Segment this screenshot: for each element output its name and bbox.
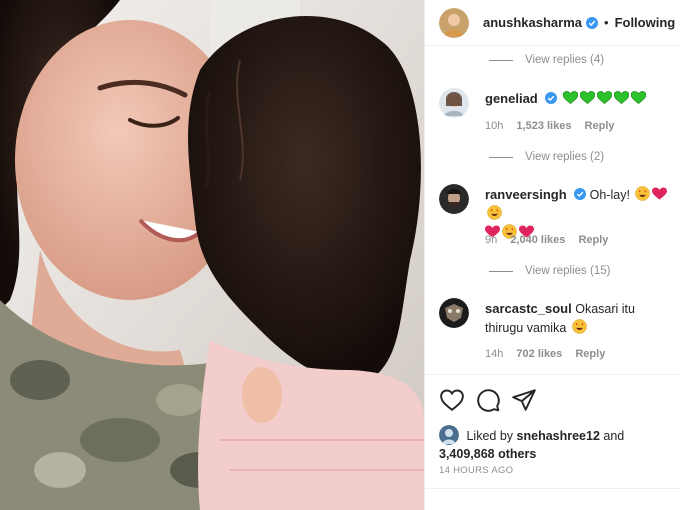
view-replies-link[interactable]: View replies (15) — [489, 265, 610, 277]
liked-by-others[interactable]: 3,409,868 others — [439, 447, 536, 461]
reply-button[interactable]: Reply — [575, 348, 605, 360]
verified-badge-icon — [586, 16, 598, 29]
comment-username[interactable]: ranveersingh — [485, 187, 567, 202]
author-username[interactable]: anushkasharma — [483, 15, 582, 30]
comment-text: Oh-lay! — [589, 188, 630, 202]
liked-by-prefix: Liked by — [466, 429, 514, 443]
divider — [425, 488, 680, 489]
avatar[interactable] — [439, 88, 469, 118]
comment-time: 14h — [485, 348, 504, 360]
liker-username[interactable]: snehashree12 — [517, 429, 600, 443]
view-replies-label: View replies (2) — [525, 151, 605, 163]
comment-geneliad: geneliad — [439, 88, 679, 118]
comment-likes[interactable]: 2,040 likes — [510, 234, 565, 246]
reply-line — [489, 270, 513, 272]
avatar[interactable] — [439, 298, 469, 328]
heart-icon[interactable] — [439, 387, 465, 413]
avatar[interactable] — [439, 7, 469, 38]
comment-time: 9h — [485, 234, 498, 246]
separator-dot: • — [604, 15, 609, 30]
comments-panel: anushkasharma • Following View replies (… — [424, 0, 680, 510]
star-struck-emoji — [572, 319, 587, 334]
comment-meta: 14h 702 likes Reply — [485, 348, 615, 360]
avatar[interactable] — [439, 184, 469, 214]
following-button[interactable]: Following — [615, 15, 676, 30]
comment-sarcastc-soul: sarcastc_soul Okasari itu thirugu vamika — [439, 298, 679, 338]
comment-username[interactable]: geneliad — [485, 91, 538, 106]
view-replies-link[interactable]: View replies (4) — [489, 54, 604, 66]
comment-username[interactable]: sarcastc_soul — [485, 301, 572, 316]
comment-meta: 9h 2,040 likes Reply — [485, 234, 618, 246]
instagram-post: anushkasharma • Following View replies (… — [0, 0, 680, 510]
view-replies-label: View replies (15) — [525, 265, 611, 277]
action-bar — [425, 374, 680, 424]
liker-avatar[interactable] — [439, 425, 459, 445]
reply-line — [489, 156, 513, 158]
reply-line — [489, 59, 513, 61]
view-replies-link[interactable]: View replies (2) — [489, 151, 604, 163]
post-timestamp[interactable]: 14 HOURS AGO — [439, 465, 513, 476]
verified-badge-icon — [545, 92, 558, 104]
green-hearts-emoji — [561, 91, 646, 106]
liked-by-and: and — [603, 429, 625, 443]
photo-image — [0, 0, 424, 510]
post-header: anushkasharma • Following — [425, 0, 680, 46]
comment-time: 10h — [485, 120, 504, 132]
view-replies-label: View replies (4) — [525, 54, 605, 66]
reply-button[interactable]: Reply — [578, 234, 608, 246]
reply-button[interactable]: Reply — [585, 120, 615, 132]
comment-icon[interactable] — [475, 387, 501, 413]
verified-badge-icon — [574, 188, 587, 200]
comment-likes[interactable]: 702 likes — [516, 348, 562, 360]
likes-summary: Liked by snehashree12 and 3,409,868 othe… — [439, 425, 675, 463]
comment-likes[interactable]: 1,523 likes — [516, 120, 571, 132]
share-icon[interactable] — [511, 387, 537, 413]
comment-meta: 10h 1,523 likes Reply — [485, 120, 625, 132]
post-photo[interactable] — [0, 0, 424, 510]
